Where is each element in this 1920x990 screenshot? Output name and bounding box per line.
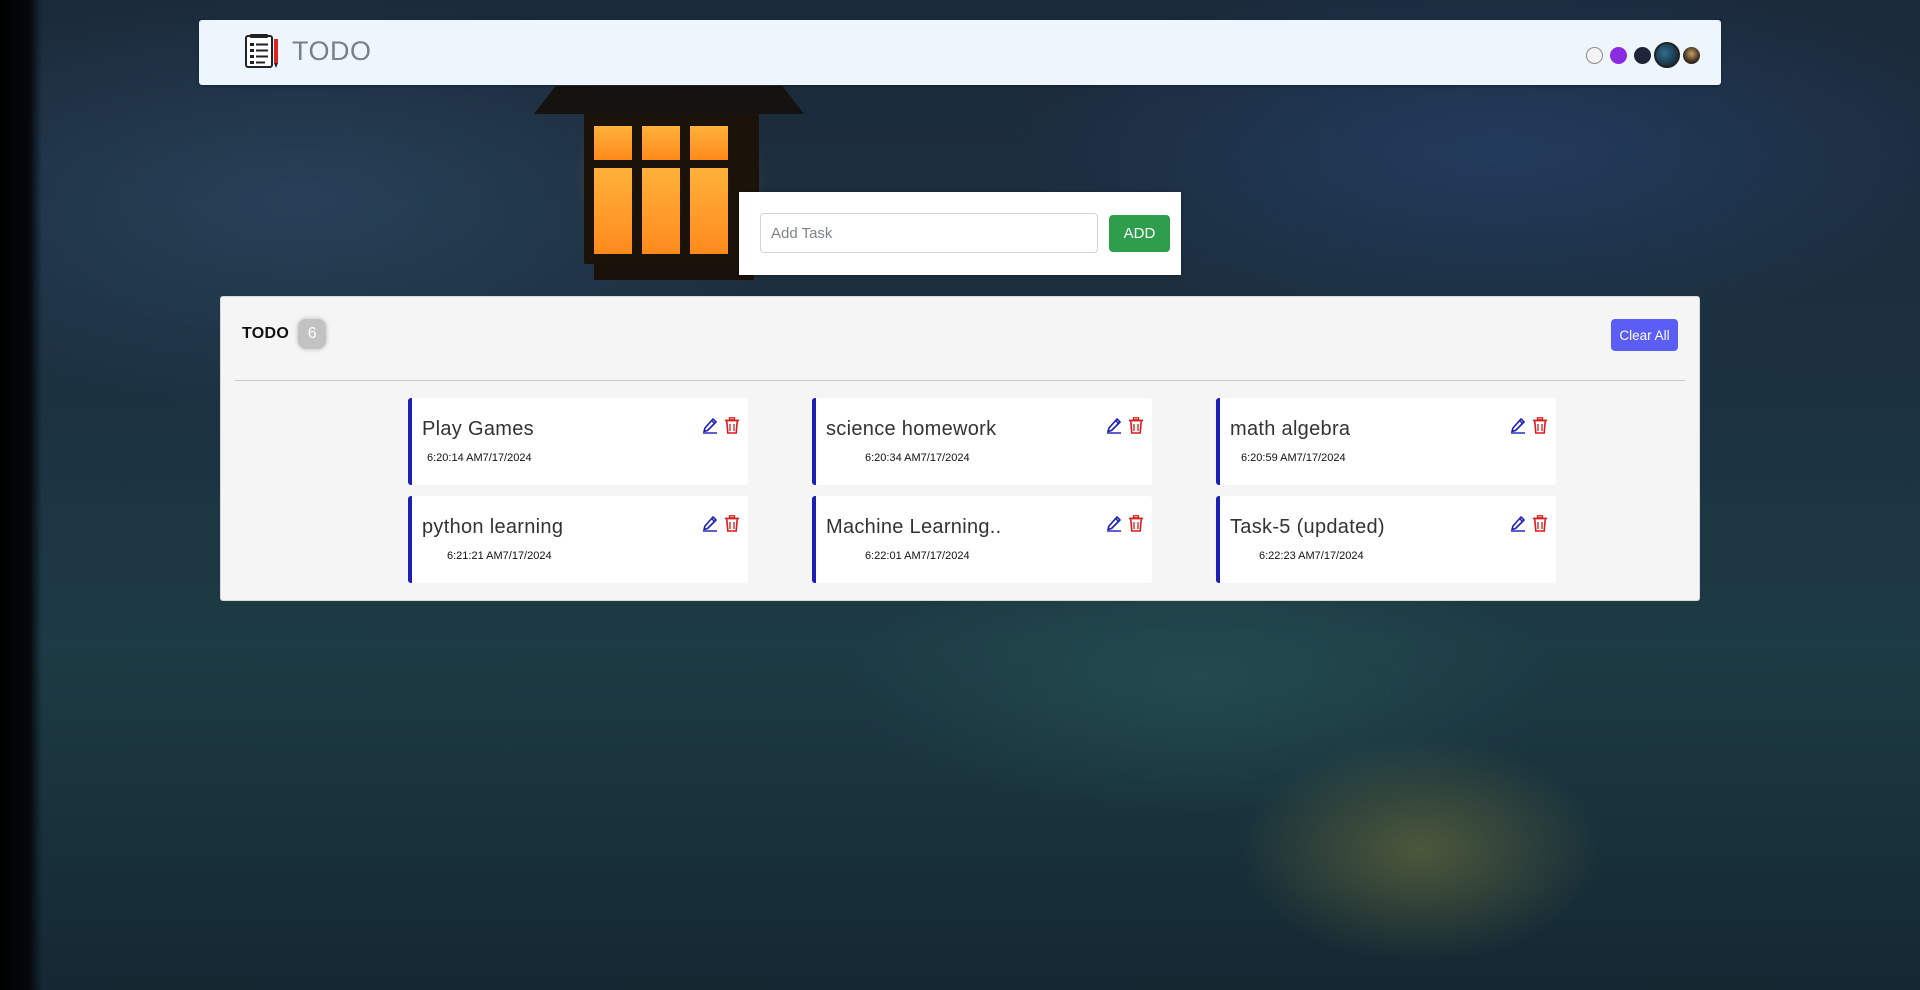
brand[interactable]: TODO — [245, 33, 372, 69]
theme-dark-button[interactable] — [1634, 46, 1651, 64]
task-title: Machine Learning.. — [826, 516, 1002, 538]
task-timestamp: 6:22:23 AM7/17/2024 — [1259, 550, 1364, 562]
delete-icon[interactable] — [724, 515, 740, 532]
edit-icon[interactable] — [1106, 417, 1122, 434]
add-task-input[interactable] — [760, 213, 1098, 253]
theme-lantern-button[interactable] — [1683, 46, 1700, 64]
task-title: python learning — [422, 516, 564, 538]
edit-icon[interactable] — [702, 515, 718, 532]
task-title: Play Games — [422, 418, 534, 440]
edit-icon[interactable] — [1510, 515, 1526, 532]
add-task-form: ADD — [739, 192, 1181, 275]
task-title: science homework — [826, 418, 997, 440]
notepad-icon — [245, 34, 278, 68]
panel-header: TODO 6 — [242, 319, 327, 349]
task-card: math algebra 6:20:59 AM7/17/2024 — [1216, 398, 1556, 485]
task-timestamp: 6:20:14 AM7/17/2024 — [427, 452, 532, 464]
theme-forest-button[interactable] — [1654, 42, 1680, 68]
edit-icon[interactable] — [702, 417, 718, 434]
todo-panel: TODO 6 Clear All Play Games 6:20:14 AM7/… — [220, 296, 1700, 601]
delete-icon[interactable] — [1128, 417, 1144, 434]
task-timestamp: 6:22:01 AM7/17/2024 — [865, 550, 970, 562]
theme-white-button[interactable] — [1586, 46, 1603, 64]
theme-purple-button[interactable] — [1610, 46, 1627, 64]
task-card: Task-5 (updated) 6:22:23 AM7/17/2024 — [1216, 496, 1556, 583]
delete-icon[interactable] — [724, 417, 740, 434]
task-timestamp: 6:21:21 AM7/17/2024 — [447, 550, 552, 562]
task-title: math algebra — [1230, 418, 1351, 440]
delete-icon[interactable] — [1532, 417, 1548, 434]
delete-icon[interactable] — [1128, 515, 1144, 532]
task-card: Machine Learning.. 6:22:01 AM7/17/2024 — [812, 496, 1152, 583]
divider — [235, 380, 1685, 381]
task-card: science homework 6:20:34 AM7/17/2024 — [812, 398, 1152, 485]
task-timestamp: 6:20:34 AM7/17/2024 — [865, 452, 970, 464]
task-card: Play Games 6:20:14 AM7/17/2024 — [408, 398, 748, 485]
theme-switcher — [1579, 42, 1700, 68]
app-title: TODO — [292, 35, 372, 66]
navbar: TODO — [199, 20, 1721, 85]
task-card: python learning 6:21:21 AM7/17/2024 — [408, 496, 748, 583]
panel-title: TODO — [242, 325, 290, 342]
edit-icon[interactable] — [1510, 417, 1526, 434]
task-timestamp: 6:20:59 AM7/17/2024 — [1241, 452, 1346, 464]
task-title: Task-5 (updated) — [1230, 516, 1385, 538]
delete-icon[interactable] — [1532, 515, 1548, 532]
edit-icon[interactable] — [1106, 515, 1122, 532]
background-left-shade — [0, 0, 42, 990]
clear-all-button[interactable]: Clear All — [1611, 319, 1678, 351]
add-button[interactable]: ADD — [1109, 215, 1170, 252]
task-count-badge: 6 — [298, 319, 327, 349]
